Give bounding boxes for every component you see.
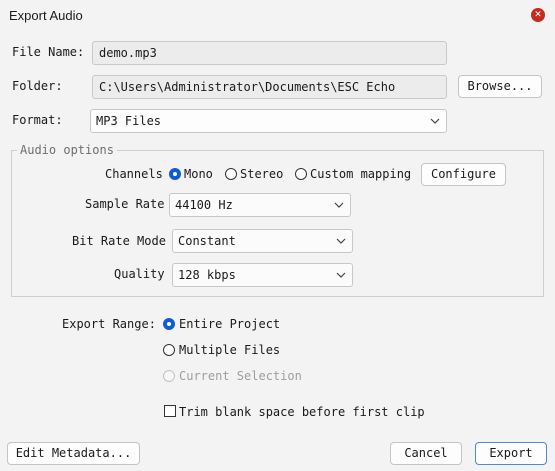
export-range-current-selection-label: Current Selection bbox=[179, 369, 302, 383]
channels-custom-mapping-radio[interactable] bbox=[295, 168, 307, 180]
channels-stereo-label[interactable]: Stereo bbox=[240, 167, 283, 181]
format-label: Format: bbox=[12, 113, 63, 127]
export-button[interactable]: Export bbox=[475, 442, 547, 465]
trim-checkbox[interactable] bbox=[164, 405, 176, 417]
format-select[interactable]: MP3 Files bbox=[90, 109, 447, 133]
quality-label: Quality bbox=[114, 267, 165, 281]
export-range-entire-project-radio[interactable] bbox=[163, 318, 175, 330]
folder-input[interactable]: C:\Users\Administrator\Documents\ESC Ech… bbox=[92, 75, 447, 99]
cancel-button[interactable]: Cancel bbox=[390, 442, 462, 465]
format-value: MP3 Files bbox=[96, 114, 162, 128]
chevron-down-icon bbox=[334, 202, 344, 208]
configure-button[interactable]: Configure bbox=[421, 163, 506, 186]
bit-rate-mode-select[interactable]: Constant bbox=[172, 229, 353, 253]
export-range-current-selection-radio bbox=[163, 370, 175, 382]
channels-label: Channels bbox=[105, 167, 163, 181]
trim-label[interactable]: Trim blank space before first clip bbox=[179, 405, 425, 419]
bit-rate-mode-value: Constant bbox=[178, 234, 236, 248]
channels-custom-mapping-label[interactable]: Custom mapping bbox=[310, 167, 411, 181]
window-title: Export Audio bbox=[9, 8, 83, 23]
close-icon[interactable]: ✕ bbox=[531, 8, 545, 22]
channels-mono-radio[interactable] bbox=[169, 168, 181, 180]
channels-stereo-radio[interactable] bbox=[225, 168, 237, 180]
channels-mono-label[interactable]: Mono bbox=[184, 167, 213, 181]
chevron-down-icon bbox=[336, 272, 346, 278]
folder-label: Folder: bbox=[12, 79, 63, 93]
audio-options-title: Audio options bbox=[17, 143, 117, 157]
export-range-multiple-files-label[interactable]: Multiple Files bbox=[179, 343, 280, 357]
title-bar: Export Audio ✕ bbox=[0, 0, 555, 30]
file-name-label: File Name: bbox=[12, 45, 85, 59]
export-range-label: Export Range: bbox=[62, 317, 156, 331]
chevron-down-icon bbox=[430, 118, 440, 124]
sample-rate-value: 44100 Hz bbox=[175, 198, 233, 212]
sample-rate-label: Sample Rate bbox=[85, 197, 165, 211]
sample-rate-select[interactable]: 44100 Hz bbox=[169, 193, 351, 217]
export-range-entire-project-label[interactable]: Entire Project bbox=[179, 317, 280, 331]
file-name-input[interactable]: demo.mp3 bbox=[92, 41, 447, 65]
chevron-down-icon bbox=[336, 238, 346, 244]
export-range-multiple-files-radio[interactable] bbox=[163, 344, 175, 356]
bit-rate-mode-label: Bit Rate Mode bbox=[72, 234, 166, 248]
browse-button[interactable]: Browse... bbox=[458, 75, 542, 98]
quality-value: 128 kbps bbox=[178, 268, 236, 282]
quality-select[interactable]: 128 kbps bbox=[172, 263, 353, 287]
edit-metadata-button[interactable]: Edit Metadata... bbox=[7, 442, 140, 465]
